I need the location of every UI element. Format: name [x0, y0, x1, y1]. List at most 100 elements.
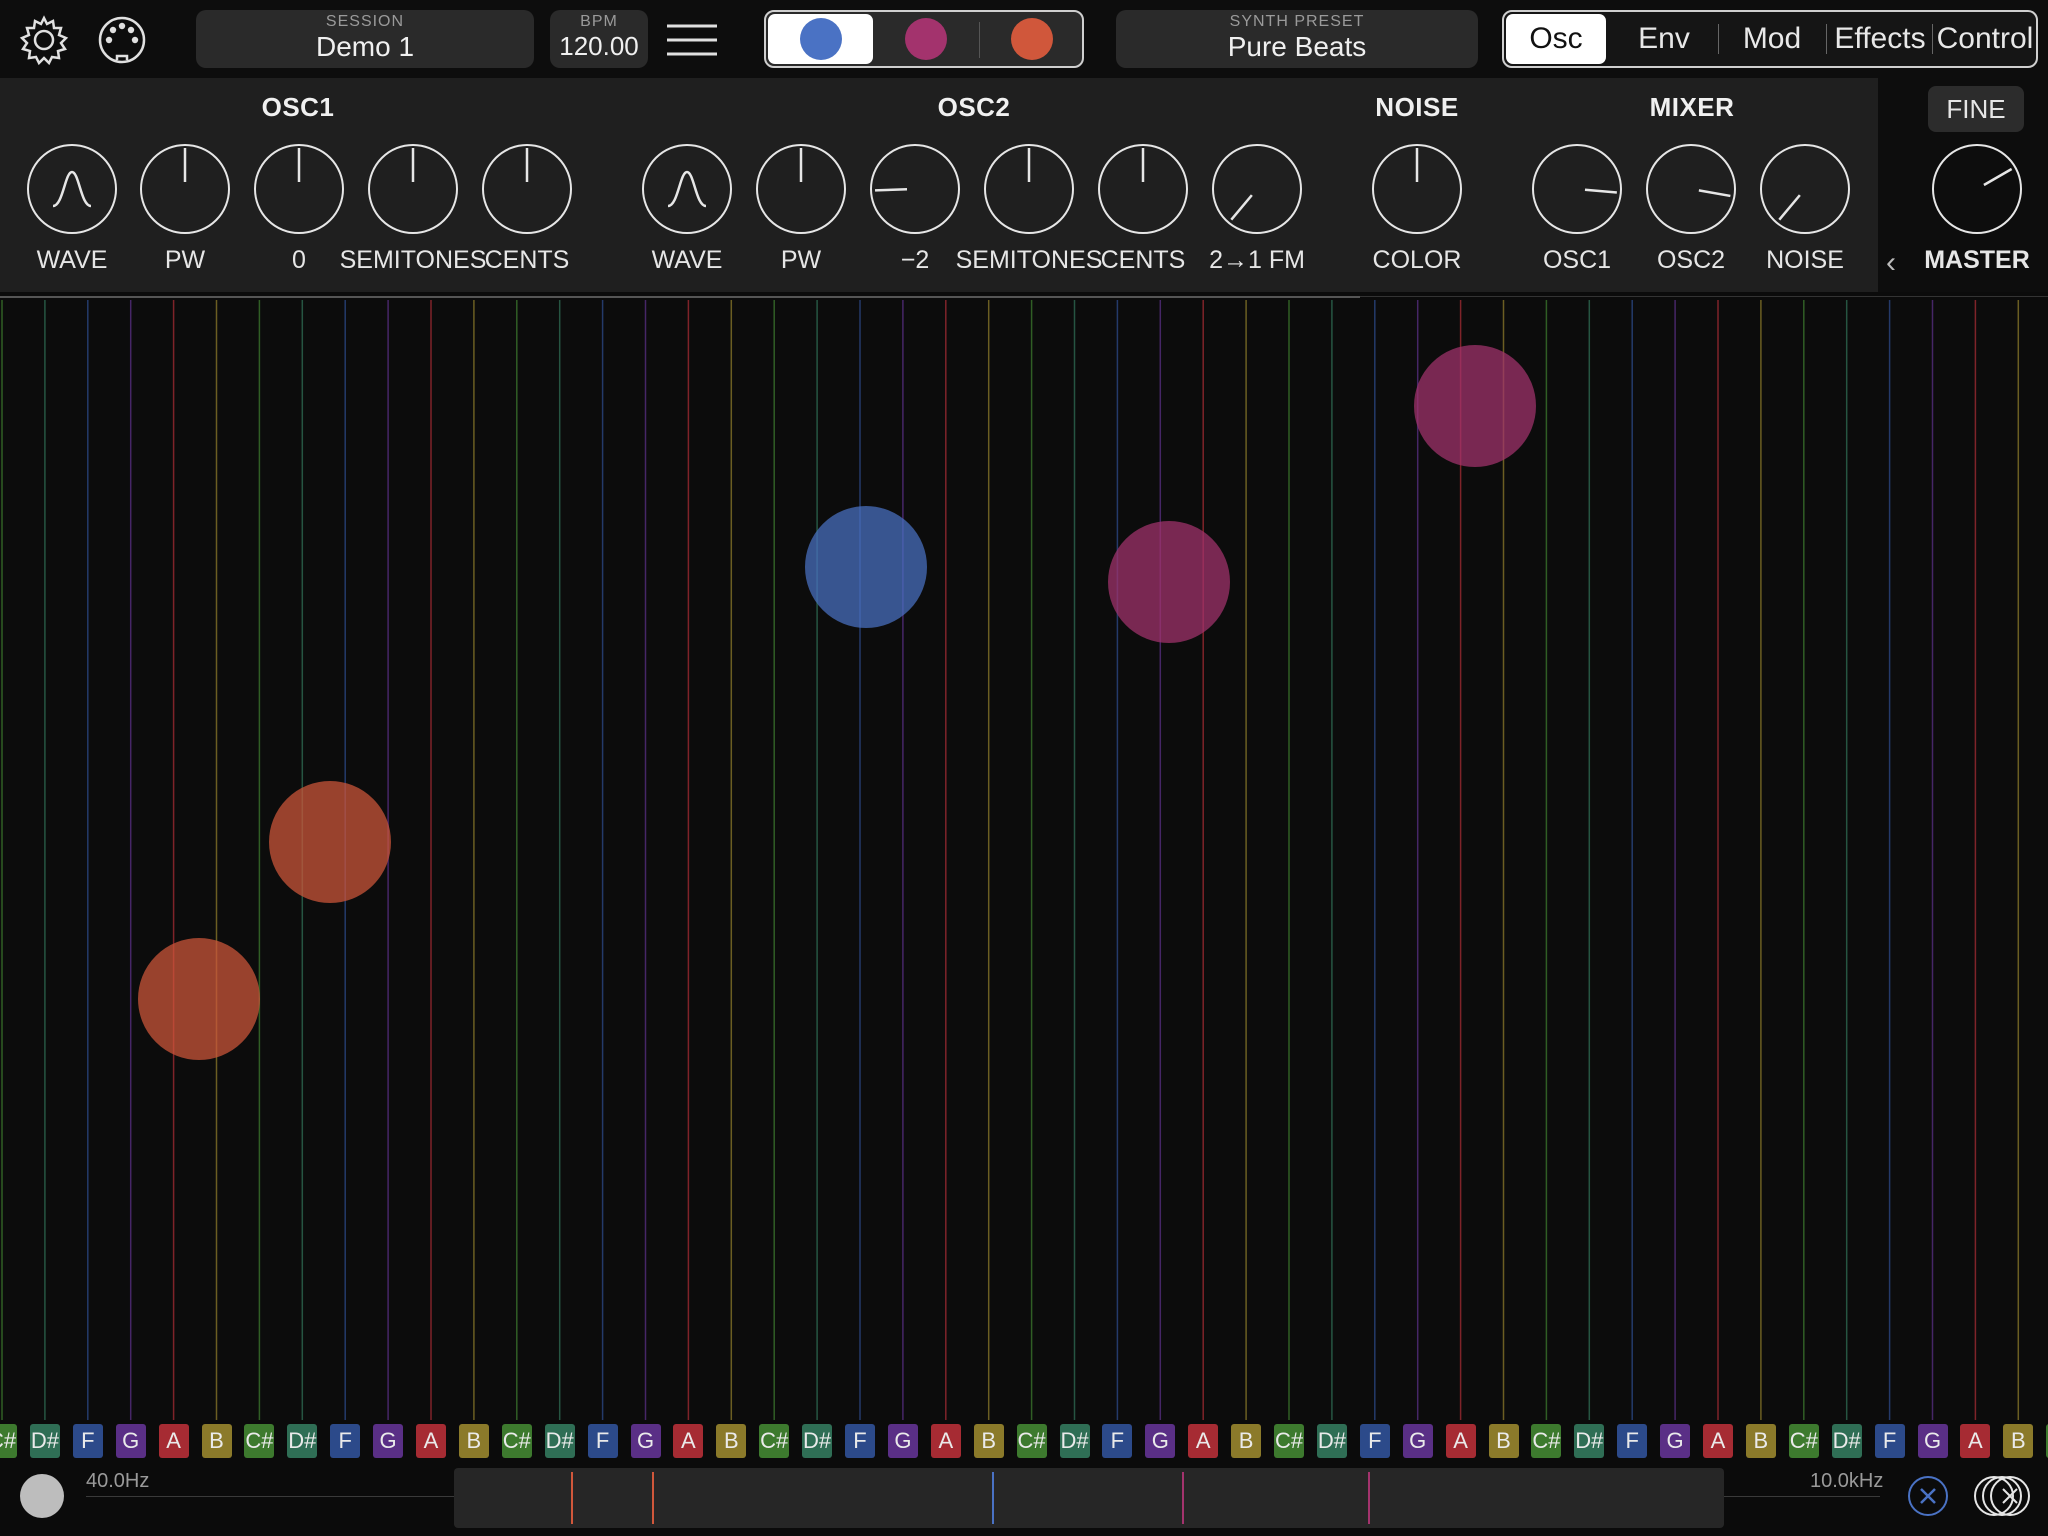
knob-color[interactable] [1372, 144, 1462, 234]
session-selector[interactable]: SESSION Demo 1 [196, 10, 534, 68]
touch-point[interactable] [1108, 521, 1231, 644]
note-label-g: G [887, 1424, 918, 1458]
knob-label: COLOR [1372, 246, 1462, 274]
touch-marker [652, 1472, 655, 1524]
knob-2-osc2[interactable] [870, 144, 960, 234]
knob-cents[interactable] [482, 144, 572, 234]
touch-marker [1368, 1472, 1371, 1524]
knob-label: CENTS [1100, 246, 1186, 274]
note-label-dsharp: D# [287, 1424, 318, 1458]
note-label-a: A [416, 1424, 446, 1458]
knob-semitones[interactable] [368, 144, 458, 234]
preset-caption: SYNTH PRESET [1229, 13, 1365, 30]
color-mode-magenta[interactable] [873, 12, 978, 66]
knob-label: WAVE [651, 246, 723, 274]
knob-label: OSC2 [1656, 246, 1726, 274]
close-all-icon[interactable] [1972, 1474, 2032, 1518]
touch-point[interactable] [805, 505, 928, 628]
touch-marker [1181, 1472, 1184, 1524]
knob-wave[interactable] [27, 144, 117, 234]
knob-osc2[interactable] [1646, 144, 1736, 234]
knob-label: MASTER [1924, 246, 2030, 274]
note-label-csharp: C# [1016, 1424, 1047, 1458]
synth-preset-selector[interactable]: SYNTH PRESET Pure Beats [1116, 10, 1478, 68]
frequency-range-bar: 40.0Hz 10.0kHz [0, 1462, 2048, 1536]
note-label-dsharp: D# [1059, 1424, 1090, 1458]
knob-label: 0 [292, 246, 306, 274]
knob-semitones-osc2[interactable] [984, 144, 1074, 234]
knob-0[interactable] [254, 144, 344, 234]
note-label-f: F [1102, 1424, 1133, 1458]
knob-osc1[interactable] [1532, 144, 1622, 234]
blue-dot-icon [799, 18, 842, 60]
color-mode-switch [764, 10, 1084, 68]
note-label-csharp: C# [1274, 1424, 1304, 1458]
note-label-b: B [716, 1424, 747, 1458]
color-mode-blue[interactable] [768, 14, 873, 64]
note-label-dsharp: D# [1316, 1424, 1347, 1458]
note-label-b: B [201, 1424, 232, 1458]
note-label-f: F [1359, 1424, 1390, 1458]
fine-button[interactable]: FINE [1928, 86, 2024, 132]
note-label-g: G [1145, 1424, 1176, 1458]
note-label-g: G [630, 1424, 661, 1458]
section-title-osc1: OSC1 [261, 92, 335, 122]
note-label-a: A [930, 1424, 961, 1458]
bpm-value: 120.00 [559, 31, 639, 61]
section-title-osc2: OSC2 [937, 92, 1011, 122]
collapse-panel-icon[interactable]: ‹ [1886, 246, 1896, 280]
record-button[interactable] [20, 1474, 64, 1518]
note-label-strip: C#D#FGABC#D#FGABC#D#FGABC#D#FGABC#D#FGAB… [0, 1424, 2048, 1460]
session-name: Demo 1 [315, 31, 415, 62]
bpm-caption: BPM [580, 13, 618, 30]
note-label-csharp: C# [0, 1424, 17, 1458]
note-label-b: B [2003, 1424, 2034, 1458]
magenta-dot-icon [904, 18, 947, 60]
note-label-b: B [1745, 1424, 1776, 1458]
note-label-g: G [1660, 1424, 1691, 1458]
panel-divider [0, 296, 1360, 298]
note-label-dsharp: D# [1574, 1424, 1605, 1458]
bpm-field[interactable]: BPM 120.00 [550, 10, 648, 68]
note-label-b: B [973, 1424, 1004, 1458]
clear-touches-icon[interactable] [1906, 1474, 1950, 1518]
note-label-a: A [158, 1424, 189, 1458]
knob-pw[interactable] [140, 144, 230, 234]
touch-point[interactable] [268, 781, 391, 904]
knob-master[interactable] [1932, 144, 2022, 234]
note-label-dsharp: D# [802, 1424, 833, 1458]
note-label-a: A [1703, 1424, 1733, 1458]
note-label-dsharp: D# [544, 1424, 575, 1458]
hamburger-menu-icon[interactable] [664, 12, 720, 68]
tab-osc[interactable]: Osc [1506, 14, 1606, 64]
tab-env[interactable]: Env [1614, 12, 1714, 66]
touch-play-surface[interactable] [0, 300, 2048, 1420]
knob-2-1-fm-osc2[interactable] [1212, 144, 1302, 234]
knob-label: NOISE [1766, 246, 1844, 274]
knob-cents-osc2[interactable] [1098, 144, 1188, 234]
orange-dot-icon [1010, 18, 1053, 60]
visible-range-window[interactable] [454, 1468, 1724, 1528]
knob-label: −2 [900, 246, 930, 274]
color-mode-orange[interactable] [979, 12, 1082, 66]
tab-control[interactable]: Control [1934, 12, 2036, 66]
touch-point[interactable] [137, 937, 260, 1060]
touch-point[interactable] [1413, 345, 1536, 468]
tab-mod[interactable]: Mod [1722, 12, 1822, 66]
note-label-f: F [72, 1424, 103, 1458]
note-label-a: A [673, 1424, 704, 1458]
knob-pw-osc2[interactable] [756, 144, 846, 234]
freq-min-label: 40.0Hz [86, 1470, 150, 1492]
note-label-dsharp: D# [1831, 1424, 1862, 1458]
section-title-noise: NOISE [1375, 92, 1459, 122]
settings-gear-icon[interactable] [16, 12, 72, 68]
tab-effects[interactable]: Effects [1830, 12, 1930, 66]
knob-wave-osc2[interactable] [642, 144, 732, 234]
knob-label: PW [164, 246, 206, 274]
knob-noise[interactable] [1760, 144, 1850, 234]
midi-connector-icon[interactable] [94, 12, 150, 68]
touch-marker [992, 1472, 995, 1524]
knob-label: CENTS [484, 246, 570, 274]
note-label-csharp: C# [759, 1424, 790, 1458]
note-label-a: A [1188, 1424, 1219, 1458]
